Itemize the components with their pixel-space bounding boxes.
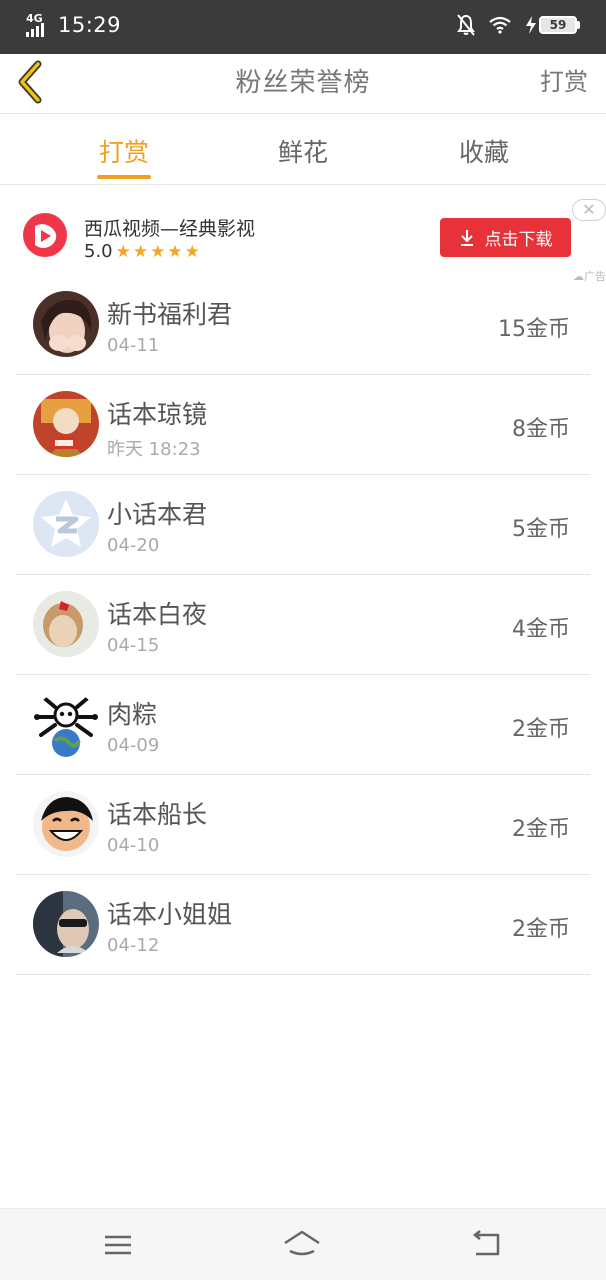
reward-date: 04-09 bbox=[107, 735, 160, 756]
status-bar: 4G 15:29 59 bbox=[0, 0, 606, 54]
star-icon: ★ bbox=[115, 241, 131, 262]
list-item[interactable]: 话本琼镜 昨天 18:23 8金币 bbox=[16, 375, 590, 475]
reward-date: 昨天 18:23 bbox=[107, 439, 201, 460]
avatar bbox=[33, 491, 99, 557]
user-name: 话本船长 bbox=[107, 800, 208, 829]
user-name: 小话本君 bbox=[107, 500, 208, 529]
battery-indicator: 59 bbox=[525, 16, 580, 34]
header-bar: 粉丝荣誉榜 打赏 bbox=[0, 54, 606, 114]
reward-date: 04-11 bbox=[107, 335, 160, 356]
reward-button[interactable]: 打赏 bbox=[540, 62, 588, 97]
home-icon[interactable] bbox=[282, 1227, 322, 1263]
tab-favorites[interactable]: 收藏 bbox=[424, 133, 544, 169]
user-name: 肉粽 bbox=[107, 700, 158, 729]
ad-close-button[interactable]: ✕ bbox=[572, 199, 606, 221]
back-nav-icon[interactable] bbox=[466, 1227, 506, 1263]
avatar bbox=[33, 591, 99, 657]
cellular-signal-icon: 4G bbox=[24, 10, 54, 40]
reward-date: 04-12 bbox=[107, 935, 160, 956]
status-time: 15:29 bbox=[58, 13, 122, 37]
download-icon bbox=[460, 229, 473, 246]
ad-download-label: 点击下载 bbox=[484, 230, 553, 250]
ad-rating-score: 5.0 bbox=[84, 241, 113, 262]
coin-amount: 15金币 bbox=[498, 317, 570, 342]
active-tab-indicator bbox=[97, 175, 151, 179]
reward-date: 04-15 bbox=[107, 635, 160, 656]
list-item[interactable]: 话本白夜 04-15 4金币 bbox=[16, 575, 590, 675]
user-name: 话本小姐姐 bbox=[107, 900, 233, 929]
reward-date: 04-10 bbox=[107, 835, 160, 856]
list-item[interactable]: 肉粽 04-09 2金币 bbox=[16, 675, 590, 775]
coin-amount: 8金币 bbox=[512, 417, 570, 442]
list-item[interactable]: 小话本君 04-20 5金币 bbox=[16, 475, 590, 575]
avatar bbox=[33, 891, 99, 957]
ad-banner[interactable]: 西瓜视频—经典影视 5.0 ★ ★ ★ ★ ★ 点击下载 ✕ ☁广告 bbox=[0, 186, 606, 283]
menu-icon[interactable] bbox=[98, 1227, 138, 1263]
coin-amount: 5金币 bbox=[512, 517, 570, 542]
avatar bbox=[33, 791, 99, 857]
page-title: 粉丝荣誉榜 bbox=[235, 68, 371, 98]
star-icon: ★ bbox=[150, 241, 166, 262]
user-name: 新书福利君 bbox=[107, 300, 233, 329]
tab-bar: 打赏 鲜花 收藏 bbox=[0, 115, 606, 185]
list-item[interactable]: 话本船长 04-10 2金币 bbox=[16, 775, 590, 875]
star-icon: ★ bbox=[132, 241, 149, 262]
coin-amount: 2金币 bbox=[512, 717, 570, 742]
avatar bbox=[33, 391, 99, 457]
avatar bbox=[33, 291, 99, 357]
user-name: 话本白夜 bbox=[107, 600, 208, 629]
user-name: 话本琼镜 bbox=[107, 400, 208, 429]
star-icon: ★ bbox=[167, 241, 183, 262]
ad-rating: 5.0 ★ ★ ★ ★ ★ bbox=[84, 241, 202, 262]
list-item[interactable]: 话本小姐姐 04-12 2金币 bbox=[16, 875, 590, 975]
tab-flowers[interactable]: 鲜花 bbox=[243, 133, 363, 169]
ranking-list: 新书福利君 04-11 15金币 话本琼镜 昨天 18:23 8金币 小话本君 … bbox=[16, 275, 590, 975]
reward-date: 04-20 bbox=[107, 535, 160, 556]
coin-amount: 2金币 bbox=[512, 817, 570, 842]
wifi-icon bbox=[489, 16, 511, 34]
coin-amount: 2金币 bbox=[512, 917, 570, 942]
tab-reward[interactable]: 打赏 bbox=[64, 133, 184, 169]
list-item[interactable]: 新书福利君 04-11 15金币 bbox=[16, 275, 590, 375]
charging-bolt-icon bbox=[526, 16, 536, 34]
mute-bell-icon bbox=[457, 14, 475, 36]
ad-download-button[interactable]: 点击下载 bbox=[440, 218, 571, 257]
avatar bbox=[33, 691, 99, 757]
coin-amount: 4金币 bbox=[512, 617, 570, 642]
xigua-video-logo bbox=[23, 213, 67, 257]
system-nav-bar bbox=[0, 1208, 606, 1280]
star-icon: ★ bbox=[184, 241, 200, 262]
ad-app-name: 西瓜视频—经典影视 bbox=[84, 218, 256, 240]
